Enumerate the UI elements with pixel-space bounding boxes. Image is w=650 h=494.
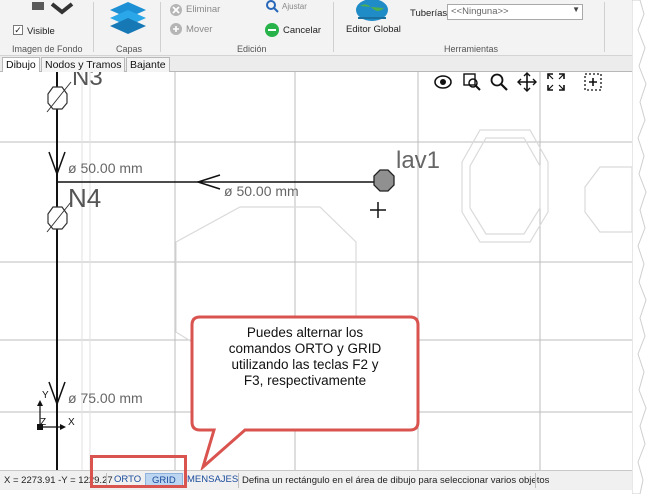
chevron-down-icon: ▼: [572, 5, 580, 14]
adjust-icon: [266, 0, 279, 13]
zoom-icon[interactable]: [489, 72, 509, 92]
zoom-extents-icon[interactable]: [583, 72, 603, 92]
move-icon: [170, 23, 182, 35]
axis-z-label: Z: [40, 417, 46, 428]
delete-icon: [170, 4, 182, 16]
pipe-vertical-diameter-top: ø 50.00 mm: [68, 160, 143, 176]
pipes-select[interactable]: <<Ninguna>> ▼: [447, 4, 583, 20]
callout-line-2: comandos ORTO y GRID: [228, 341, 382, 356]
node-n4-label: N4: [68, 183, 101, 213]
pipe-vertical-diameter-bottom: ø 75.00 mm: [68, 390, 143, 406]
status-message: Defina un rectángulo en el área de dibuj…: [242, 475, 550, 486]
cancel-button[interactable]: Cancelar: [283, 25, 321, 36]
ribbon: ✓ Visible Imagen de Fondo Capas Eliminar…: [0, 0, 632, 56]
move-button[interactable]: Mover: [186, 24, 212, 35]
separator: [604, 2, 605, 52]
tab-drawing[interactable]: Dibujo: [2, 57, 40, 73]
node-n3-label: N3: [72, 72, 103, 91]
highlight-box: [90, 455, 187, 488]
crosshair-cursor: [370, 202, 386, 218]
global-editor-button[interactable]: Editor Global: [346, 24, 401, 35]
delete-button[interactable]: Eliminar: [186, 4, 220, 15]
subgrid: [81, 72, 91, 470]
status-divider: [238, 473, 239, 488]
messages-button[interactable]: MENSAJES: [184, 473, 244, 488]
group-label-layers: Capas: [116, 44, 143, 54]
background-image-icon[interactable]: [30, 0, 80, 20]
separator: [333, 2, 334, 52]
layers-icon[interactable]: [108, 0, 148, 36]
globe-icon[interactable]: [352, 0, 392, 24]
adjust-button[interactable]: Ajustar: [282, 2, 307, 11]
lavatory-node[interactable]: [373, 169, 395, 192]
tab-bar: Dibujo Nodos y Tramos Bajante: [0, 56, 632, 73]
axis-y-label: Y: [42, 390, 49, 401]
callout-line-4: F3, respectivamente: [243, 373, 367, 388]
tab-nodes-and-sections[interactable]: Nodos y Tramos: [41, 57, 126, 72]
pipes-select-value: <<Ninguna>>: [451, 6, 509, 17]
drawing-svg[interactable]: N3 N4 lav1 ø 50.00 mm ø 50.00 mm ø 75.00…: [0, 72, 632, 470]
separator: [160, 2, 161, 52]
visible-label: Visible: [27, 26, 55, 37]
callout-line-3: utilizando las teclas F2 y: [231, 357, 379, 372]
lavatory-label: lav1: [396, 147, 440, 174]
axis-x-label: X: [68, 417, 75, 428]
torn-edge: [632, 0, 647, 494]
pan-icon[interactable]: [517, 72, 537, 92]
pipe-horizontal-diameter: ø 50.00 mm: [224, 183, 299, 199]
drawing-canvas[interactable]: N3 N4 lav1 ø 50.00 mm ø 50.00 mm ø 75.00…: [0, 72, 632, 470]
zoom-window-icon[interactable]: [462, 72, 482, 92]
cancel-icon: [265, 23, 279, 37]
callout-text: Puedes alternar los comandos ORTO y GRID…: [196, 325, 414, 389]
tab-downpipe[interactable]: Bajante: [126, 57, 170, 72]
eye-icon[interactable]: [433, 72, 453, 92]
group-label-background: Imagen de Fondo: [12, 44, 83, 54]
pipes-label: Tuberías:: [410, 8, 450, 19]
group-label-tools: Herramientas: [444, 44, 499, 54]
group-label-edit: Edición: [237, 44, 267, 54]
visible-checkbox[interactable]: ✓: [13, 25, 23, 35]
callout-line-1: Puedes alternar los: [246, 325, 364, 340]
fullscreen-icon[interactable]: [546, 72, 566, 92]
separator: [93, 2, 94, 52]
status-divider: [535, 473, 536, 488]
